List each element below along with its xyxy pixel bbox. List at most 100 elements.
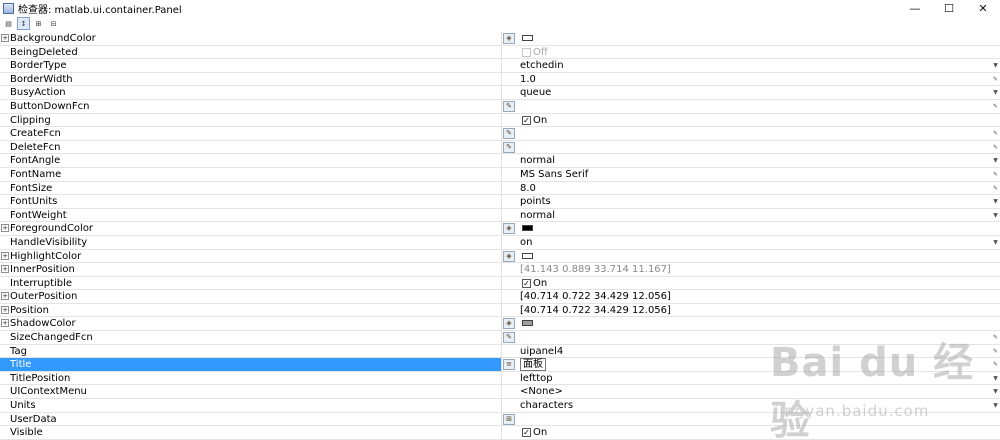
property-name-cell[interactable]: HandleVisibility (0, 235, 502, 249)
collapse-all-icon[interactable]: ⊟ (47, 17, 60, 30)
property-name-cell[interactable]: Interruptible (0, 276, 502, 290)
property-name-cell[interactable]: + HighlightColor (0, 249, 502, 263)
property-row-createfcn[interactable]: CreateFcn ✎ ✎ (0, 127, 1000, 141)
property-name-cell[interactable]: + Position (0, 303, 502, 317)
property-name-cell[interactable]: DeleteFcn (0, 140, 502, 154)
property-value-cell[interactable]: Off (518, 46, 988, 59)
property-row-buttondownfcn[interactable]: ButtonDownFcn ✎ ✎ (0, 99, 1000, 114)
property-name-cell[interactable]: + ShadowColor (0, 317, 502, 331)
property-value-cell[interactable]: MS Sans Serif (518, 168, 988, 181)
property-row-foregroundcolor[interactable]: + ForegroundColor ◈ (0, 222, 1000, 236)
dropdown-arrow-icon[interactable]: ▼ (992, 401, 999, 410)
property-name-cell[interactable]: TitlePosition (0, 371, 502, 385)
color-swatch[interactable] (522, 320, 533, 327)
property-name-cell[interactable]: BorderType (0, 59, 502, 73)
edit-pencil-icon[interactable]: ✎ (992, 184, 999, 193)
property-row-fontsize[interactable]: FontSize 8.0 ✎ (0, 181, 1000, 196)
property-name-cell[interactable]: FontSize (0, 181, 502, 195)
property-value-cell[interactable]: [40.714 0.722 34.429 12.056] (518, 304, 988, 317)
property-name-cell[interactable]: + BackgroundColor (0, 32, 502, 45)
property-value-cell[interactable]: [41.143 0.889 33.714 11.167] (518, 263, 988, 276)
color-picker-icon[interactable]: ◈ (503, 223, 515, 235)
property-value-cell[interactable]: ✓ On (518, 277, 988, 290)
expand-icon[interactable]: + (1, 34, 9, 42)
property-row-userdata[interactable]: UserData ⊞ (0, 412, 1000, 427)
title-value-input[interactable]: 面板 (520, 358, 546, 372)
property-row-sizechangedfcn[interactable]: SizeChangedFcn ✎ ✎ (0, 331, 1000, 345)
property-value-cell[interactable]: normal (518, 154, 988, 167)
property-value-cell[interactable]: ✓ On (518, 426, 988, 439)
dropdown-arrow-icon[interactable]: ▼ (992, 197, 999, 206)
expand-icon[interactable]: + (1, 319, 9, 328)
property-name-cell[interactable]: Title (0, 358, 502, 372)
expand-icon[interactable]: + (1, 292, 9, 301)
property-name-cell[interactable]: UserData (0, 412, 502, 426)
categorized-icon[interactable]: ▤ (2, 17, 15, 30)
property-checkbox[interactable]: ✓ (522, 278, 531, 288)
expand-icon[interactable]: + (1, 251, 9, 260)
property-row-backgroundcolor[interactable]: + BackgroundColor ◈ (0, 32, 1000, 46)
property-row-clipping[interactable]: Clipping ✓ On (0, 113, 1000, 128)
property-value-cell[interactable]: 8.0 (518, 182, 988, 195)
property-row-deletefcn[interactable]: DeleteFcn ✎ ✎ (0, 140, 1000, 155)
dropdown-arrow-icon[interactable]: ▼ (992, 387, 999, 396)
property-value-cell[interactable]: etchedin (518, 59, 988, 72)
color-picker-icon[interactable]: ◈ (503, 250, 515, 262)
property-row-shadowcolor[interactable]: + ShadowColor ◈ (0, 317, 1000, 332)
color-swatch[interactable] (522, 35, 533, 41)
property-name-cell[interactable]: CreateFcn (0, 127, 502, 141)
color-picker-icon[interactable]: ◈ (503, 33, 515, 44)
property-row-fontangle[interactable]: FontAngle normal ▼ (0, 154, 1000, 168)
sort-az-icon[interactable]: ↕ (17, 17, 30, 30)
property-name-cell[interactable]: FontWeight (0, 208, 502, 222)
color-picker-icon[interactable]: ◈ (503, 318, 515, 330)
property-name-cell[interactable]: SizeChangedFcn (0, 331, 502, 345)
maximize-button[interactable]: ☐ (932, 0, 966, 16)
property-value-cell[interactable] (518, 100, 988, 113)
property-name-cell[interactable]: BorderWidth (0, 72, 502, 86)
property-checkbox[interactable]: ✓ (522, 428, 531, 438)
property-row-fontunits[interactable]: FontUnits points ▼ (0, 195, 1000, 209)
property-name-cell[interactable]: FontAngle (0, 154, 502, 168)
property-row-uicontextmenu[interactable]: UIContextMenu <None> ▼ (0, 385, 1000, 400)
property-name-cell[interactable]: ButtonDownFcn (0, 99, 502, 113)
property-value-cell[interactable]: uipanel4 (518, 345, 988, 358)
property-name-cell[interactable]: Units (0, 399, 502, 413)
property-name-cell[interactable]: BeingDeleted (0, 45, 502, 59)
property-row-outerposition[interactable]: + OuterPosition [40.714 0.722 34.429 12.05… (0, 290, 1000, 304)
property-value-cell[interactable]: [40.714 0.722 34.429 12.056] (518, 290, 988, 303)
property-row-position[interactable]: + Position [40.714 0.722 34.429 12.056] (0, 303, 1000, 318)
close-button[interactable]: ✕ (966, 0, 1000, 16)
expand-icon[interactable]: + (1, 265, 9, 274)
property-value-cell[interactable] (518, 32, 988, 45)
property-value-cell[interactable] (518, 331, 988, 344)
dropdown-arrow-icon[interactable]: ▼ (992, 374, 999, 383)
property-row-highlightcolor[interactable]: + HighlightColor ◈ (0, 249, 1000, 264)
property-row-innerposition[interactable]: + InnerPosition [41.143 0.889 33.714 11.16… (0, 263, 1000, 277)
property-row-visible[interactable]: Visible ✓ On (0, 426, 1000, 440)
property-value-cell[interactable]: queue (518, 86, 988, 99)
property-name-cell[interactable]: Visible (0, 426, 502, 440)
property-name-cell[interactable]: + ForegroundColor (0, 222, 502, 236)
property-checkbox[interactable]: ✓ (522, 115, 531, 125)
dropdown-arrow-icon[interactable]: ▼ (992, 211, 999, 220)
property-value-cell[interactable]: normal (518, 209, 988, 222)
edit-pencil-icon[interactable]: ✎ (992, 75, 999, 84)
property-row-fontweight[interactable]: FontWeight normal ▼ (0, 208, 1000, 223)
property-value-cell[interactable]: <None> (518, 385, 988, 398)
property-row-titleposition[interactable]: TitlePosition lefttop ▼ (0, 371, 1000, 386)
property-row-fontname[interactable]: FontName MS Sans Serif ✎ (0, 167, 1000, 182)
property-value-cell[interactable] (518, 222, 988, 235)
expand-icon[interactable]: + (1, 224, 9, 233)
property-row-tag[interactable]: Tag uipanel4 ✎ (0, 344, 1000, 359)
minimize-button[interactable]: — (898, 0, 932, 16)
dropdown-arrow-icon[interactable]: ▼ (992, 61, 999, 70)
callback-editor-icon[interactable]: ✎ (503, 128, 515, 140)
property-value-cell[interactable]: ✓ On (518, 114, 988, 127)
property-value-cell[interactable] (518, 141, 988, 154)
edit-pencil-icon[interactable]: ✎ (992, 347, 999, 356)
property-row-busyaction[interactable]: BusyAction queue ▼ (0, 86, 1000, 100)
edit-pencil-icon[interactable]: ✎ (992, 102, 999, 111)
property-row-units[interactable]: Units characters ▼ (0, 399, 1000, 413)
expand-icon[interactable]: + (1, 305, 9, 314)
